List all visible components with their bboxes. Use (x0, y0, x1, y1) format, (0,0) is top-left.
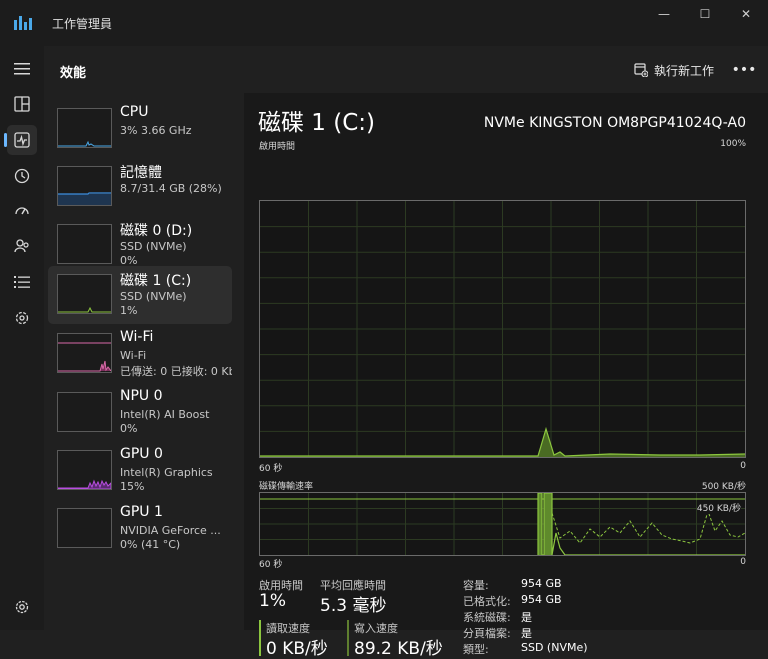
transfer-rate-marker: 450 KB/秒 (696, 501, 741, 514)
resource-usage: 0% (41 °C) (120, 538, 181, 551)
resource-usage: 15% (120, 480, 145, 493)
page-file-value: 是 (521, 627, 532, 640)
active-time-graph-label: 啟用時間 (259, 142, 296, 152)
resource-name: Wi-Fi (120, 329, 154, 345)
task-manager-app-icon (14, 16, 32, 30)
resource-usage: 已傳送: 0 已接收: 0 Kbps (120, 365, 232, 378)
resource-name: 磁碟 1 (C:) (120, 273, 192, 289)
performance-icon[interactable] (4, 125, 37, 155)
maximize-button[interactable]: ☐ (689, 6, 721, 22)
resource-detail: SSD (NVMe) (120, 240, 187, 253)
resource-name: 磁碟 0 (D:) (120, 223, 193, 239)
write-speed-value: 89.2 KB/秒 (354, 639, 443, 659)
resource-detail: 8.7/31.4 GB (28%) (120, 182, 222, 195)
resource-item-gpu-1[interactable]: GPU 1 NVIDIA GeForce ... 0% (41 °C) (48, 500, 232, 558)
resource-name: GPU 1 (120, 504, 163, 520)
resource-usage: 0% (120, 422, 138, 435)
graph2-left-label: 60 秒 (259, 560, 283, 570)
app-history-icon[interactable] (7, 161, 37, 191)
resource-detail: NVIDIA GeForce ... (120, 524, 221, 537)
active-time-graph-max: 100% (720, 139, 746, 149)
active-time-graph (259, 200, 746, 458)
navigation-rail (0, 46, 44, 630)
resource-item-wifi[interactable]: Wi-Fi Wi-Fi 已傳送: 0 已接收: 0 Kbps (48, 325, 232, 383)
resource-name: 記憶體 (120, 165, 162, 181)
capacity-value: 954 GB (521, 577, 562, 590)
services-icon[interactable] (7, 303, 37, 333)
transfer-rate-graph-max: 500 KB/秒 (701, 482, 746, 492)
gpu0-thumbnail-graph (57, 450, 112, 490)
system-disk-key: 系統磁碟: (463, 611, 511, 624)
startup-apps-icon[interactable] (7, 196, 37, 226)
resource-name: NPU 0 (120, 388, 163, 404)
formatted-value: 954 GB (521, 593, 562, 606)
resource-name: GPU 0 (120, 446, 163, 462)
graph2-right-label: 0 (740, 557, 746, 567)
disk1-thumbnail-graph (57, 274, 112, 314)
run-new-task-button[interactable]: 執行新工作 (634, 60, 714, 80)
system-disk-value: 是 (521, 611, 532, 624)
read-speed-indicator (259, 620, 261, 656)
users-icon[interactable] (7, 231, 37, 261)
resource-detail: 3% 3.66 GHz (120, 124, 192, 137)
resource-detail: Intel(R) Graphics (120, 466, 213, 479)
cpu-thumbnail-graph (57, 108, 112, 148)
resource-usage: 1% (120, 304, 138, 317)
disk-model: NVMe KINGSTON OM8PGP41024Q-A0 (483, 115, 746, 131)
resource-item-cpu[interactable]: CPU 3% 3.66 GHz (48, 100, 232, 158)
main-content: 效能 執行新工作 ••• CPU 3% 3.66 GHz 記憶體 8.7/31.… (44, 46, 768, 659)
write-speed-indicator (347, 620, 349, 656)
more-options-button[interactable]: ••• (732, 60, 757, 80)
formatted-key: 已格式化: (463, 595, 511, 608)
page-file-key: 分頁檔案: (463, 627, 511, 640)
resource-item-npu-0[interactable]: NPU 0 Intel(R) AI Boost 0% (48, 384, 232, 442)
read-speed-value: 0 KB/秒 (266, 639, 328, 659)
page-header: 效能 執行新工作 ••• (44, 46, 768, 93)
response-time-value: 5.3 毫秒 (320, 596, 387, 616)
active-time-value: 1% (259, 591, 286, 611)
disk-title: 磁碟 1 (C:) (258, 110, 376, 136)
graph1-left-label: 60 秒 (259, 464, 283, 474)
title-bar: 工作管理員 — ☐ ✕ (0, 0, 768, 46)
disk-detail-pane: 磁碟 1 (C:) NVMe KINGSTON OM8PGP41024Q-A0 … (244, 93, 768, 659)
wifi-thumbnail-graph (57, 333, 112, 373)
resource-name: CPU (120, 104, 149, 120)
disk0-thumbnail-graph (57, 224, 112, 264)
resource-detail: Intel(R) AI Boost (120, 408, 210, 421)
details-icon[interactable] (7, 267, 37, 297)
type-key: 類型: (463, 643, 489, 656)
run-task-icon (634, 63, 648, 77)
hamburger-menu-icon[interactable] (7, 54, 37, 84)
npu-thumbnail-graph (57, 392, 112, 432)
page-title: 效能 (60, 66, 87, 81)
processes-icon[interactable] (7, 89, 37, 119)
settings-icon[interactable] (7, 592, 37, 622)
resource-detail: SSD (NVMe) (120, 290, 187, 303)
minimize-button[interactable]: — (648, 6, 680, 22)
graph1-right-label: 0 (740, 461, 746, 471)
resource-item-memory[interactable]: 記憶體 8.7/31.4 GB (28%) (48, 158, 232, 216)
capacity-key: 容量: (463, 579, 489, 592)
active-time-graph-plot (260, 201, 746, 457)
resource-item-disk-1[interactable]: 磁碟 1 (C:) SSD (NVMe) 1% (48, 266, 232, 324)
close-button[interactable]: ✕ (730, 6, 762, 22)
transfer-rate-graph-label: 磁碟傳輸速率 (259, 482, 314, 492)
window-title: 工作管理員 (52, 17, 113, 31)
transfer-rate-graph: 450 KB/秒 (259, 492, 746, 556)
type-value: SSD (NVMe) (521, 641, 588, 654)
resource-detail: Wi-Fi (120, 349, 147, 362)
resource-item-gpu-0[interactable]: GPU 0 Intel(R) Graphics 15% (48, 442, 232, 500)
gpu1-thumbnail-graph (57, 508, 112, 548)
run-new-task-label: 執行新工作 (654, 63, 715, 78)
memory-thumbnail-graph (57, 166, 112, 206)
transfer-rate-graph-plot (260, 492, 746, 556)
